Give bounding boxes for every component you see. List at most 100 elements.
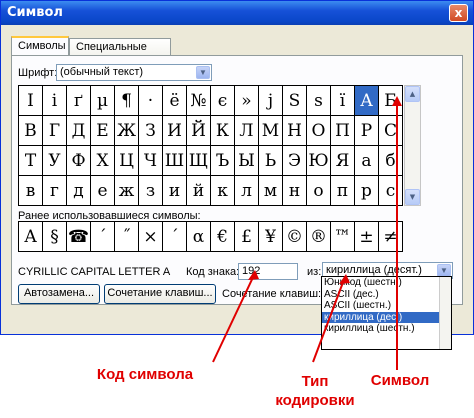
char-cell[interactable]: п bbox=[331, 176, 355, 206]
char-cell[interactable]: Ш bbox=[163, 146, 187, 176]
font-select[interactable]: (обычный текст) ▼ bbox=[56, 64, 212, 81]
char-cell[interactable]: Ю bbox=[307, 146, 331, 176]
char-cell[interactable]: i bbox=[43, 86, 67, 116]
char-cell[interactable]: ¶ bbox=[115, 86, 139, 116]
char-cell[interactable]: е bbox=[91, 176, 115, 206]
char-cell[interactable]: Ѕ bbox=[283, 86, 307, 116]
recent-char-cell[interactable]: А bbox=[19, 222, 43, 252]
recent-char-cell[interactable]: £ bbox=[235, 222, 259, 252]
char-cell[interactable]: ё bbox=[163, 86, 187, 116]
recent-char-cell[interactable]: ™ bbox=[331, 222, 355, 252]
char-cell[interactable]: П bbox=[331, 116, 355, 146]
char-cell[interactable]: Л bbox=[235, 116, 259, 146]
char-cell[interactable]: Т bbox=[19, 146, 43, 176]
char-cell[interactable]: к bbox=[211, 176, 235, 206]
char-cell[interactable]: З bbox=[139, 116, 163, 146]
recent-char-cell[interactable]: ´ bbox=[163, 222, 187, 252]
char-cell[interactable]: I bbox=[19, 86, 43, 116]
char-cell[interactable]: н bbox=[283, 176, 307, 206]
char-cell[interactable]: ж bbox=[115, 176, 139, 206]
recent-char-cell[interactable]: § bbox=[43, 222, 67, 252]
grid-scrollbar[interactable]: ▲ ▼ bbox=[404, 85, 421, 206]
char-cell[interactable]: Й bbox=[187, 116, 211, 146]
char-cell[interactable]: ѕ bbox=[307, 86, 331, 116]
char-cell[interactable]: И bbox=[163, 116, 187, 146]
char-cell[interactable]: Ч bbox=[139, 146, 163, 176]
recent-char-cell[interactable]: α bbox=[187, 222, 211, 252]
scroll-down-icon[interactable]: ▼ bbox=[405, 189, 420, 205]
encoding-option[interactable]: ASCII (шестн.) bbox=[322, 300, 451, 312]
char-cell[interactable]: о bbox=[307, 176, 331, 206]
char-cell[interactable]: р bbox=[355, 176, 379, 206]
close-button[interactable]: x bbox=[449, 4, 468, 22]
char-cell[interactable]: Ф bbox=[67, 146, 91, 176]
char-cell[interactable]: б bbox=[379, 146, 403, 176]
encoding-option[interactable]: кириллица (шестн.) bbox=[322, 323, 451, 335]
char-cell[interactable]: й bbox=[187, 176, 211, 206]
char-cell[interactable]: » bbox=[235, 86, 259, 116]
recent-char-cell[interactable]: ¥ bbox=[259, 222, 283, 252]
char-cell[interactable]: в bbox=[19, 176, 43, 206]
char-cell[interactable]: м bbox=[259, 176, 283, 206]
char-cell[interactable]: М bbox=[259, 116, 283, 146]
character-grid[interactable]: Ii ґ µ ¶ · ё № є» ј Ѕѕ ї А Б В Г Д Е Ж З И Й К Л М Н О П Р С Т У Ф Х Ц Ч Ш Щ… bbox=[18, 85, 403, 206]
chevron-down-icon[interactable]: ▼ bbox=[196, 66, 210, 79]
char-cell[interactable]: Ж bbox=[115, 116, 139, 146]
char-cell[interactable]: ј bbox=[259, 86, 283, 116]
char-cell[interactable]: с bbox=[379, 176, 403, 206]
char-cell[interactable]: ї bbox=[331, 86, 355, 116]
shortcut-key-button[interactable]: Сочетание клавиш... bbox=[104, 284, 216, 304]
recent-char-cell[interactable]: ± bbox=[355, 222, 379, 252]
char-cell[interactable]: О bbox=[307, 116, 331, 146]
char-cell[interactable]: А bbox=[355, 86, 379, 116]
recent-char-cell[interactable]: ® bbox=[307, 222, 331, 252]
char-cell[interactable]: Р bbox=[355, 116, 379, 146]
char-cell[interactable]: а bbox=[355, 146, 379, 176]
char-cell[interactable]: г bbox=[43, 176, 67, 206]
recent-char-cell[interactable]: ˝ bbox=[115, 222, 139, 252]
char-cell[interactable]: Х bbox=[91, 146, 115, 176]
recent-char-cell[interactable]: © bbox=[283, 222, 307, 252]
char-cell[interactable]: С bbox=[379, 116, 403, 146]
char-cell[interactable]: Н bbox=[283, 116, 307, 146]
recent-char-cell[interactable]: ≠ bbox=[379, 222, 403, 252]
recent-char-cell[interactable]: € bbox=[211, 222, 235, 252]
dropdown-scrollbar[interactable] bbox=[439, 277, 451, 349]
char-cell[interactable]: Ы bbox=[235, 146, 259, 176]
char-cell[interactable]: Б bbox=[379, 86, 403, 116]
char-cell[interactable]: Е bbox=[91, 116, 115, 146]
char-cell[interactable]: Ь bbox=[259, 146, 283, 176]
char-cell[interactable]: д bbox=[67, 176, 91, 206]
char-cell[interactable]: К bbox=[211, 116, 235, 146]
recent-char-cell[interactable]: × bbox=[139, 222, 163, 252]
autocorrect-button[interactable]: Автозамена... bbox=[18, 284, 100, 304]
char-cell[interactable]: Ъ bbox=[211, 146, 235, 176]
char-cell[interactable]: В bbox=[19, 116, 43, 146]
char-cell[interactable]: У bbox=[43, 146, 67, 176]
char-cell[interactable]: л bbox=[235, 176, 259, 206]
char-cell[interactable]: µ bbox=[91, 86, 115, 116]
tab-special-chars[interactable]: Специальные знаки bbox=[69, 38, 171, 65]
char-cell[interactable]: Д bbox=[67, 116, 91, 146]
scroll-up-icon[interactable]: ▲ bbox=[405, 86, 420, 102]
encoding-option[interactable]: ASCII (дес.) bbox=[322, 289, 451, 301]
char-cell[interactable]: Ц bbox=[115, 146, 139, 176]
tab-symbols[interactable]: Символы bbox=[11, 36, 69, 56]
char-cell[interactable]: Э bbox=[283, 146, 307, 176]
char-cell[interactable]: ґ bbox=[67, 86, 91, 116]
encoding-dropdown-list[interactable]: Юникод (шестн.) ASCII (дес.) ASCII (шестн.… bbox=[321, 276, 452, 350]
char-cell[interactable]: и bbox=[163, 176, 187, 206]
char-cell[interactable]: з bbox=[139, 176, 163, 206]
char-cell[interactable]: є bbox=[211, 86, 235, 116]
recent-symbols-grid[interactable]: А § ☎ ´ ˝ × ´ α € £ ¥ © ® ™ ± ≠ bbox=[18, 221, 403, 252]
char-cell[interactable]: · bbox=[139, 86, 163, 116]
char-cell[interactable]: Щ bbox=[187, 146, 211, 176]
encoding-option[interactable]: кириллица (дес.) bbox=[322, 311, 451, 323]
char-cell[interactable]: № bbox=[187, 86, 211, 116]
recent-char-cell[interactable]: ☎ bbox=[67, 222, 91, 252]
encoding-option[interactable]: Юникод (шестн.) bbox=[322, 277, 451, 289]
char-cell[interactable]: Я bbox=[331, 146, 355, 176]
char-cell[interactable]: Г bbox=[43, 116, 67, 146]
recent-char-cell[interactable]: ´ bbox=[91, 222, 115, 252]
char-code-input[interactable]: 192 bbox=[238, 263, 298, 280]
